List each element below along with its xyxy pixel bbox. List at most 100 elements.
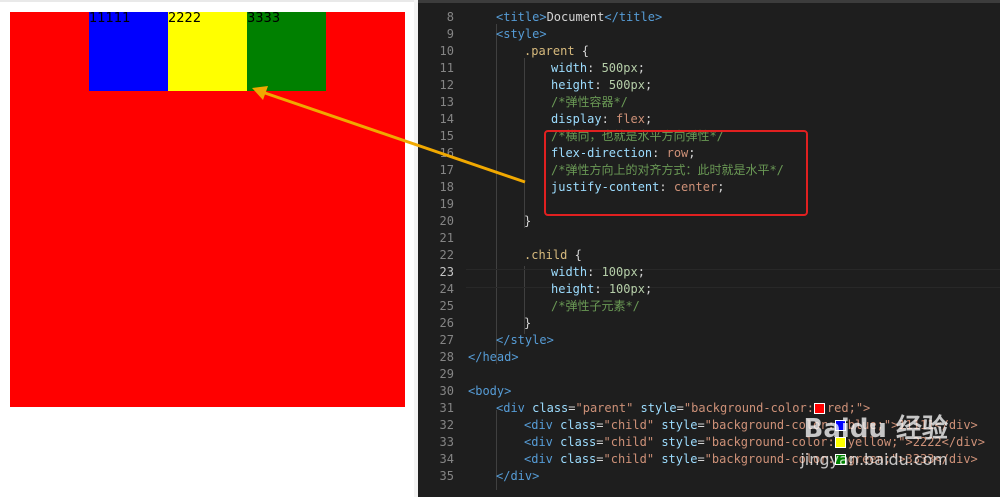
code-token: <div xyxy=(524,452,553,466)
code-token: .parent xyxy=(524,44,575,58)
child-box-blue: 11111 xyxy=(89,12,168,91)
code-line-25: /*弹性子元素*/ xyxy=(551,298,640,315)
browser-preview: 11111 2222 3333 xyxy=(0,0,414,497)
code-token: Document xyxy=(546,10,605,24)
code-token: <body> xyxy=(468,384,512,398)
line-number: 24 xyxy=(439,282,454,296)
line-number: 30 xyxy=(439,384,454,398)
code-token: "background-color: xyxy=(683,401,814,415)
code-token: 500px xyxy=(608,78,645,92)
code-token: } xyxy=(524,316,532,330)
child-label-2: 2222 xyxy=(168,11,202,26)
code-line-9: <style> xyxy=(496,26,547,43)
line-number: 18 xyxy=(439,180,454,194)
line-number: 17 xyxy=(439,163,454,177)
code-token: height xyxy=(551,78,595,92)
line-number: 27 xyxy=(439,333,454,347)
annotation-highlight-box xyxy=(544,130,808,216)
indent-guide xyxy=(524,58,525,228)
code-token: .child xyxy=(524,248,568,262)
code-token: <div xyxy=(524,418,553,432)
code-token: 100px xyxy=(601,265,638,279)
code-token: /*弹性子元素*/ xyxy=(551,299,640,313)
code-token: "child" xyxy=(603,435,655,449)
indent-guide xyxy=(496,24,497,364)
code-line-20: } xyxy=(524,213,531,230)
code-line-30: <body> xyxy=(468,383,511,400)
code-token: "parent" xyxy=(575,401,634,415)
code-editor[interactable]: 8 9 10 11 12 13 14 15 16 17 18 19 20 21 … xyxy=(418,0,1000,497)
line-number: 9 xyxy=(446,27,454,41)
line-number: 10 xyxy=(439,44,454,58)
code-token: "child" xyxy=(603,452,655,466)
code-token: <style> xyxy=(496,27,547,41)
line-number: 8 xyxy=(446,10,454,24)
code-token: height xyxy=(551,282,595,296)
line-number: 29 xyxy=(439,367,454,381)
code-line-23: width: 100px; xyxy=(551,265,645,279)
code-line-11: width: 500px; xyxy=(551,61,645,75)
line-number: 22 xyxy=(439,248,454,262)
line-number: 25 xyxy=(439,299,454,313)
child-label-1: 11111 xyxy=(89,11,131,26)
code-line-14: display: flex; xyxy=(551,112,653,126)
line-number: 35 xyxy=(439,469,454,483)
code-token: </style> xyxy=(496,333,554,347)
line-number: 12 xyxy=(439,78,454,92)
line-number: 34 xyxy=(439,452,454,466)
line-number: 15 xyxy=(439,129,454,143)
code-line-13: /*弹性容器*/ xyxy=(551,94,628,111)
child-label-3: 3333 xyxy=(247,11,281,26)
code-token: style xyxy=(661,435,698,449)
code-token: } xyxy=(524,214,532,228)
current-line-highlight xyxy=(466,269,1000,288)
line-number: 13 xyxy=(439,95,454,109)
code-line-22: .child { xyxy=(524,247,582,264)
code-line-24: height: 100px; xyxy=(551,282,653,296)
code-token: </div> xyxy=(496,469,540,483)
code-token: style xyxy=(640,401,677,415)
line-number: 16 xyxy=(439,146,454,160)
code-token: </title> xyxy=(604,10,663,24)
code-token: <div xyxy=(496,401,525,415)
code-token: width xyxy=(551,265,588,279)
code-line-27: </style> xyxy=(496,332,554,349)
line-number: 14 xyxy=(439,112,454,126)
line-number: 26 xyxy=(439,316,454,330)
line-number-gutter: 8 9 10 11 12 13 14 15 16 17 18 19 20 21 … xyxy=(418,0,464,497)
code-token: class xyxy=(560,452,597,466)
preview-top-border xyxy=(0,0,414,2)
code-token: flex xyxy=(616,112,645,126)
code-token: class xyxy=(560,418,597,432)
watermark-logo: Baidu 经验 xyxy=(803,414,948,444)
code-token: "child" xyxy=(603,418,655,432)
line-number: 32 xyxy=(439,418,454,432)
line-number: 11 xyxy=(439,61,454,75)
code-token: class xyxy=(532,401,569,415)
code-token: /*弹性容器*/ xyxy=(551,95,628,109)
code-token: { xyxy=(567,248,582,262)
line-number: 21 xyxy=(439,231,454,245)
child-box-green: 3333 xyxy=(247,12,326,91)
code-line-8: <title>Document</title> xyxy=(496,9,662,26)
line-number-active: 23 xyxy=(439,265,454,279)
code-token: style xyxy=(661,452,698,466)
code-token: 100px xyxy=(608,282,645,296)
editor-top-bar xyxy=(418,0,1000,3)
code-token: style xyxy=(661,418,698,432)
code-line-26: } xyxy=(524,315,531,332)
code-line-35: </div> xyxy=(496,468,539,485)
code-line-28: </head> xyxy=(468,349,519,366)
code-line-12: height: 500px; xyxy=(551,78,653,92)
child-box-yellow: 2222 xyxy=(168,12,247,91)
code-token: class xyxy=(560,435,597,449)
code-token: { xyxy=(574,44,590,58)
line-number: 20 xyxy=(439,214,454,228)
code-line-10: .parent { xyxy=(524,43,589,60)
code-token: 500px xyxy=(601,61,638,75)
flex-parent-box: 11111 2222 3333 xyxy=(10,12,405,407)
watermark-url: jingyan.baidu.com xyxy=(800,450,948,469)
line-number: 31 xyxy=(439,401,454,415)
line-number: 19 xyxy=(439,197,454,211)
line-number: 28 xyxy=(439,350,454,364)
